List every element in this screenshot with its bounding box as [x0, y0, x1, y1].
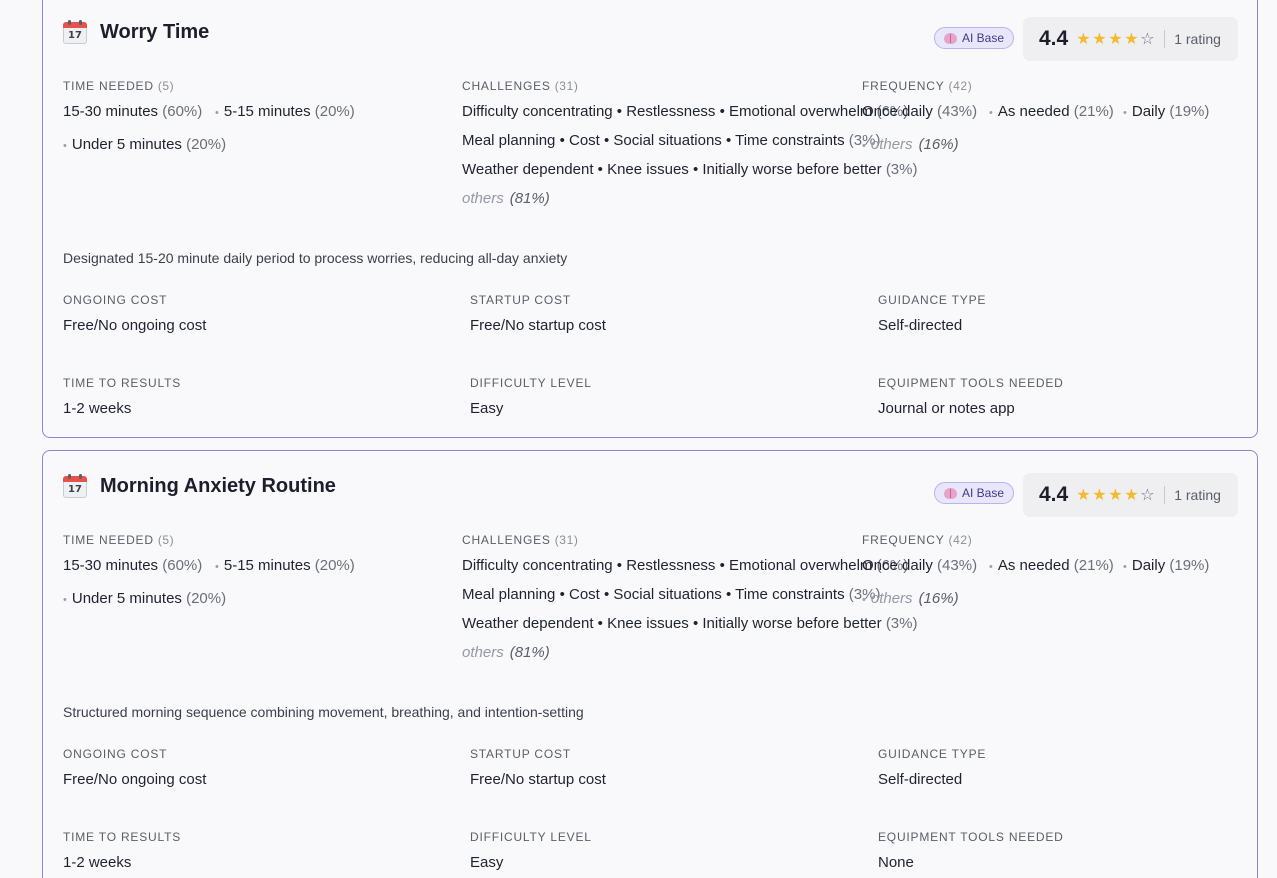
- divider: [1164, 30, 1166, 48]
- detail-label: Time To Results: [63, 830, 182, 844]
- method-card[interactable]: 17 Morning Anxiety Routine AI Base 4.4 ★…: [42, 450, 1258, 878]
- frequency-label: Frequency (42): [862, 79, 973, 93]
- challenges-label: Challenges (31): [462, 533, 579, 547]
- star-empty-icon: ☆: [1140, 29, 1155, 48]
- card-title[interactable]: Morning Anxiety Routine: [100, 475, 336, 498]
- frequency-label: Frequency (42): [862, 533, 973, 547]
- time-needed-item[interactable]: • Under 5 minutes (20%): [63, 590, 226, 607]
- time-needed-label: Time Needed (5): [63, 533, 175, 547]
- frequency-item[interactable]: • As needed (21%): [989, 103, 1114, 120]
- time-needed-item[interactable]: • 5-15 minutes (20%): [215, 557, 355, 574]
- detail-label: Startup Cost: [470, 747, 571, 761]
- detail-value: Easy: [470, 854, 504, 871]
- card-title[interactable]: Worry Time: [100, 21, 209, 44]
- challenge-row[interactable]: Meal planning • Cost • Social situations…: [462, 586, 880, 603]
- detail-value: None: [878, 854, 914, 871]
- detail-value: Self-directed: [878, 771, 963, 788]
- method-card[interactable]: 17 Worry Time AI Base 4.4 ★ ★ ★ ★ ☆ 1 rating…: [42, 0, 1258, 438]
- detail-label: Difficulty Level: [470, 830, 592, 844]
- card-description: Structured morning sequence combining mo…: [63, 704, 584, 720]
- detail-label: Startup Cost: [470, 293, 571, 307]
- detail-value: Free/No ongoing cost: [63, 771, 207, 788]
- challenge-row[interactable]: Weather dependent • Knee issues • Initia…: [462, 161, 917, 178]
- detail-value: Free/No startup cost: [470, 317, 606, 334]
- rating-summary[interactable]: 4.4 ★ ★ ★ ★ ☆ 1 rating: [1023, 473, 1238, 517]
- challenge-row[interactable]: Weather dependent • Knee issues • Initia…: [462, 615, 917, 632]
- detail-label: Ongoing Cost: [63, 293, 168, 307]
- frequency-item[interactable]: • Daily (19%): [1123, 103, 1209, 120]
- star-icon: ★: [1076, 485, 1091, 504]
- divider: [1164, 486, 1166, 504]
- detail-label: Difficulty Level: [470, 376, 592, 390]
- star-icon: ★: [1108, 29, 1123, 48]
- star-icon: ★: [1124, 485, 1139, 504]
- star-icon: ★: [1124, 29, 1139, 48]
- star-icon: ★: [1108, 485, 1123, 504]
- frequency-others[interactable]: • others (16%): [862, 136, 959, 153]
- time-needed-item[interactable]: • Under 5 minutes (20%): [63, 136, 226, 153]
- challenges-label: Challenges (31): [462, 79, 579, 93]
- detail-label: Equipment Tools Needed: [878, 376, 1064, 390]
- challenges-others[interactable]: others (81%): [462, 190, 550, 207]
- detail-value: Free/No startup cost: [470, 771, 606, 788]
- rating-summary[interactable]: 4.4 ★ ★ ★ ★ ☆ 1 rating: [1023, 17, 1238, 61]
- challenge-row[interactable]: Meal planning • Cost • Social situations…: [462, 132, 880, 149]
- star-icon: ★: [1092, 29, 1107, 48]
- rating-count: 1 rating: [1174, 31, 1221, 47]
- rating-value: 4.4: [1039, 483, 1069, 506]
- detail-label: Guidance Type: [878, 293, 987, 307]
- time-needed-item[interactable]: 15-30 minutes (60%): [63, 557, 202, 574]
- challenge-row[interactable]: Difficulty concentrating • Restlessness …: [462, 557, 908, 574]
- detail-label: Equipment Tools Needed: [878, 830, 1064, 844]
- ai-base-badge: AI Base: [934, 27, 1014, 49]
- detail-value: 1-2 weeks: [63, 854, 132, 871]
- detail-value: Easy: [470, 400, 504, 417]
- star-empty-icon: ☆: [1140, 485, 1155, 504]
- detail-value: Free/No ongoing cost: [63, 317, 207, 334]
- frequency-item[interactable]: • Daily (19%): [1123, 557, 1209, 574]
- calendar-icon: 17: [63, 474, 87, 498]
- star-rating: ★ ★ ★ ★ ☆: [1076, 31, 1156, 47]
- detail-label: Time To Results: [63, 376, 182, 390]
- detail-label: Ongoing Cost: [63, 747, 168, 761]
- brain-icon: [943, 487, 957, 499]
- rating-value: 4.4: [1039, 27, 1069, 50]
- star-icon: ★: [1076, 29, 1091, 48]
- frequency-item[interactable]: • As needed (21%): [989, 557, 1114, 574]
- card-header: 17 Morning Anxiety Routine: [63, 474, 336, 498]
- brain-icon: [943, 32, 957, 44]
- challenges-others[interactable]: others (81%): [462, 644, 550, 661]
- time-needed-label: Time Needed (5): [63, 79, 175, 93]
- detail-value: 1-2 weeks: [63, 400, 132, 417]
- frequency-others[interactable]: • others (16%): [862, 590, 959, 607]
- time-needed-item[interactable]: • 5-15 minutes (20%): [215, 103, 355, 120]
- rating-count: 1 rating: [1174, 487, 1221, 503]
- detail-label: Guidance Type: [878, 747, 987, 761]
- detail-value: Self-directed: [878, 317, 963, 334]
- calendar-icon: 17: [63, 20, 87, 44]
- frequency-item[interactable]: Once daily (43%): [862, 557, 977, 574]
- card-description: Designated 15-20 minute daily period to …: [63, 250, 568, 266]
- star-rating: ★ ★ ★ ★ ☆: [1076, 487, 1156, 503]
- detail-value: Journal or notes app: [878, 400, 1015, 417]
- star-icon: ★: [1092, 485, 1107, 504]
- challenge-row[interactable]: Difficulty concentrating • Restlessness …: [462, 103, 908, 120]
- frequency-item[interactable]: Once daily (43%): [862, 103, 977, 120]
- card-header: 17 Worry Time: [63, 20, 209, 44]
- ai-base-badge: AI Base: [934, 482, 1014, 504]
- time-needed-item[interactable]: 15-30 minutes (60%): [63, 103, 202, 120]
